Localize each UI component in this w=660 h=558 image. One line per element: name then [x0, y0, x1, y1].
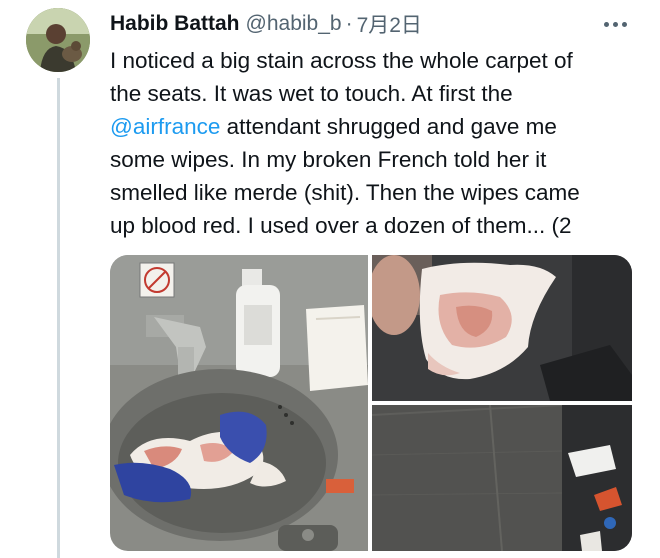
tweet-line: up blood red. I used over a dozen of the… — [110, 213, 572, 238]
tweet-line: I noticed a big stain across the whole c… — [110, 48, 573, 73]
tweet-header: Habib Battah @habib_b · 7月2日 — [110, 10, 422, 38]
media-grid-svg — [110, 255, 632, 551]
wipes-photo[interactable] — [368, 255, 632, 401]
thread-line — [57, 78, 60, 558]
user-handle[interactable]: @habib_b — [246, 12, 342, 36]
avatar-image — [26, 8, 90, 72]
tweet-line: some wipes. In my broken French told her… — [110, 147, 547, 172]
tweet-line: smelled like merde (shit). Then the wipe… — [110, 180, 580, 205]
header-separator: · — [345, 12, 353, 35]
sink-photo[interactable] — [110, 255, 368, 551]
more-options-icon[interactable] — [600, 12, 630, 36]
mention-link[interactable]: @airfrance — [110, 114, 220, 139]
tweet-text: I noticed a big stain across the whole c… — [110, 44, 640, 242]
tweet-line-text: attendant shrugged and gave me — [220, 114, 557, 139]
display-name[interactable]: Habib Battah — [110, 12, 240, 36]
avatar[interactable] — [26, 8, 90, 72]
tweet-line: @airfrance attendant shrugged and gave m… — [110, 110, 640, 143]
tweet-date[interactable]: 7月2日 — [357, 9, 422, 39]
tweet: Habib Battah @habib_b · 7月2日 I noticed a… — [0, 0, 660, 558]
carpet-stain-photo[interactable] — [371, 404, 632, 551]
media-grid — [110, 255, 632, 551]
tweet-line: the seats. It was wet to touch. At first… — [110, 81, 513, 106]
